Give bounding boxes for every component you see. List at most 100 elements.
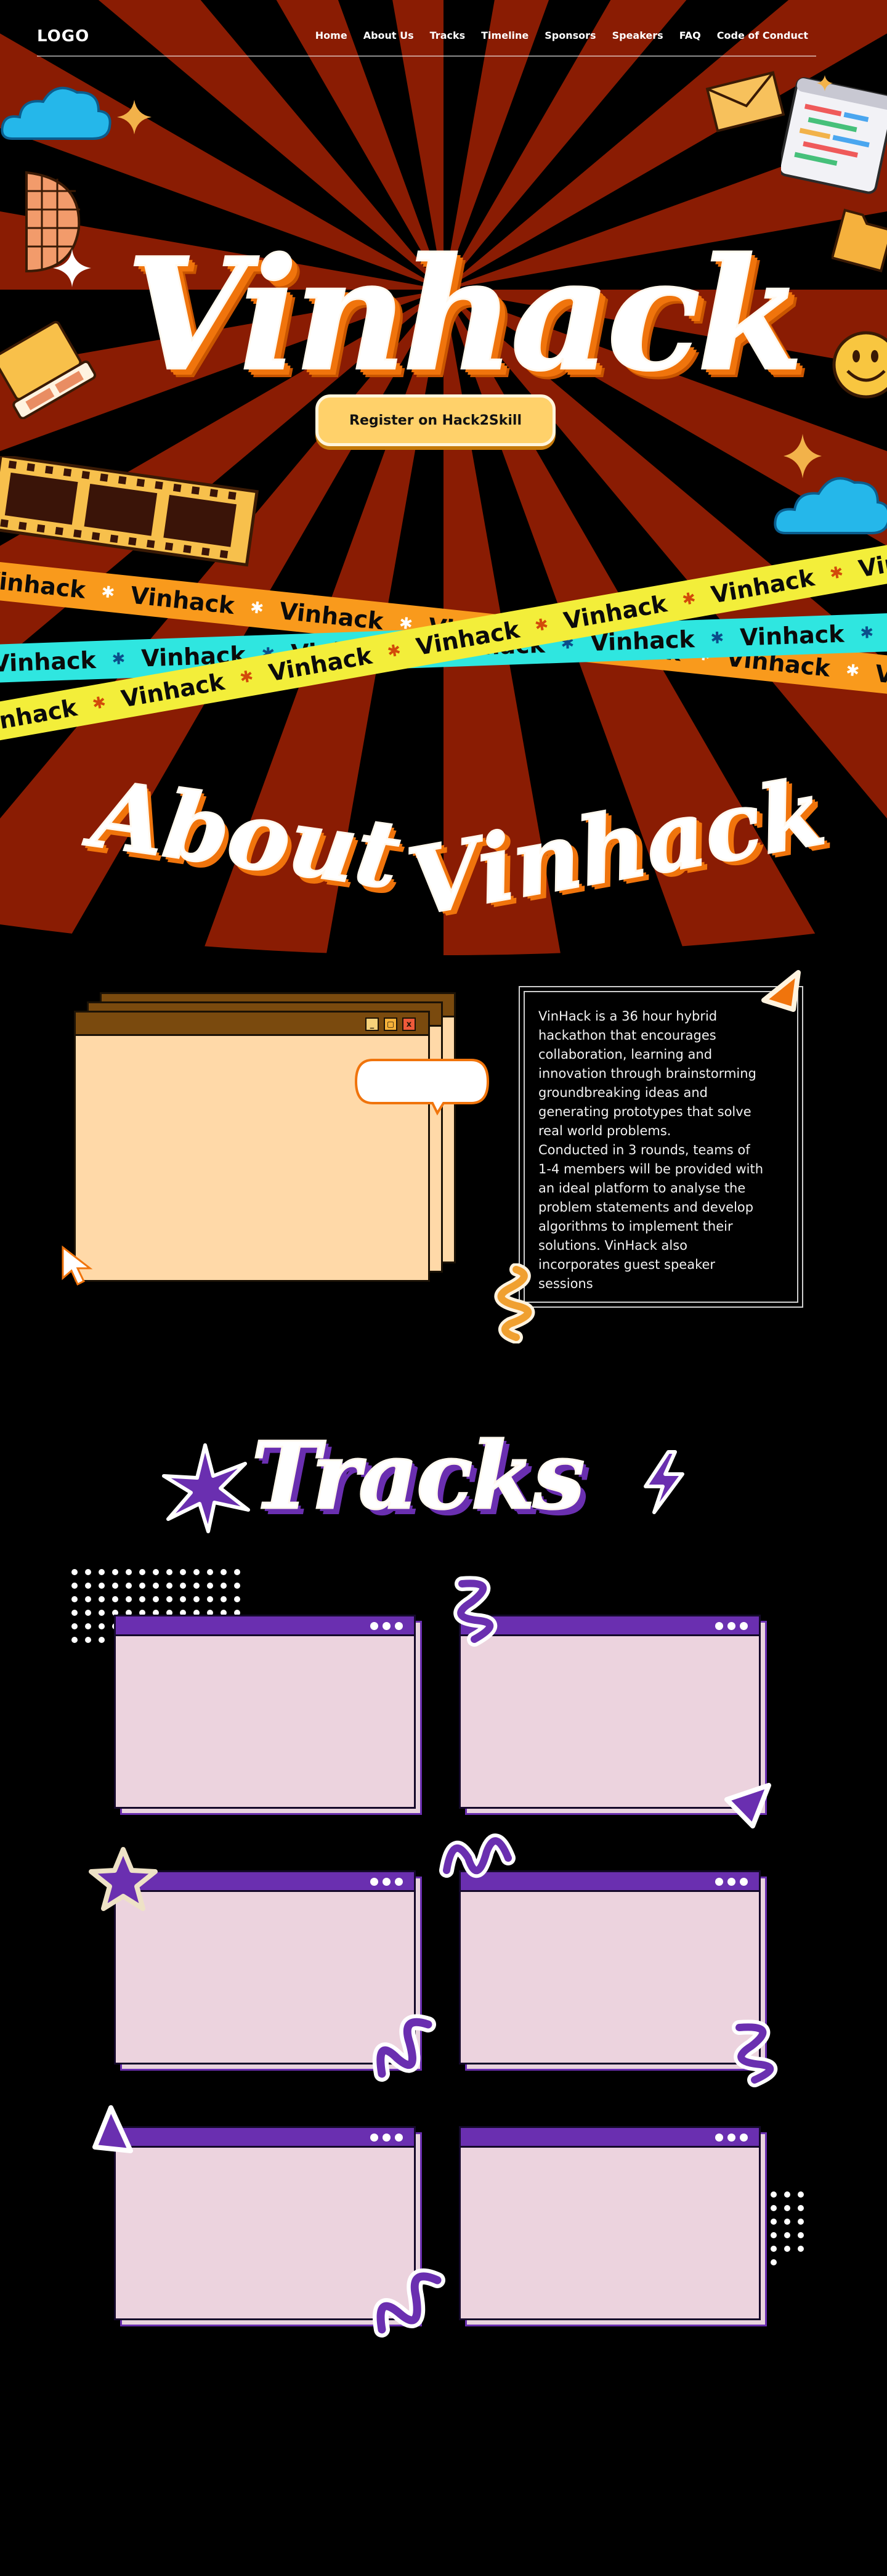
- code-window-icon: [781, 77, 887, 194]
- track-card-titlebar: [461, 1616, 759, 1636]
- nav-link-about-us[interactable]: About Us: [355, 30, 422, 41]
- sparkle-icon: [117, 100, 152, 134]
- dot: [784, 2191, 790, 2198]
- track-card-titlebar: [116, 2128, 414, 2148]
- tracks-title: Tracks: [251, 1422, 586, 1530]
- dot: [85, 1596, 91, 1602]
- dot: [166, 1596, 172, 1602]
- dot: [193, 1583, 200, 1589]
- dot: [221, 1596, 227, 1602]
- dot: [784, 2232, 790, 2238]
- dot: [126, 1569, 132, 1575]
- dot: [71, 1583, 78, 1589]
- nav-link-tracks[interactable]: Tracks: [422, 30, 474, 41]
- dot: [139, 1583, 145, 1589]
- squiggle-sticker-icon: [453, 1576, 497, 1647]
- track-card[interactable]: [114, 1615, 422, 1815]
- dot: [798, 2205, 804, 2211]
- squiggle-sticker-icon: [373, 2268, 445, 2338]
- dot: [112, 1569, 118, 1575]
- tape-word: Vinhack: [0, 646, 97, 677]
- dot: [126, 1596, 132, 1602]
- dot: [153, 1596, 159, 1602]
- laptop-icon: [0, 320, 97, 419]
- close-icon: x: [402, 1017, 416, 1031]
- dot: [71, 1610, 78, 1616]
- dot: [71, 1569, 78, 1575]
- about-text-box: VinHack is a 36 hour hybrid hackathon th…: [519, 986, 803, 1308]
- dot: [153, 1583, 159, 1589]
- dot: [234, 1583, 240, 1589]
- nav-link-sponsors[interactable]: Sponsors: [537, 30, 604, 41]
- dot: [221, 1569, 227, 1575]
- dot: [99, 1637, 105, 1643]
- nav-link-faq[interactable]: FAQ: [671, 30, 709, 41]
- triangle-sticker-icon: [724, 1783, 771, 1828]
- dot: [139, 1569, 145, 1575]
- dot: [798, 2232, 804, 2238]
- about-text-inner: VinHack is a 36 hour hybrid hackathon th…: [524, 991, 798, 1303]
- tape-star-icon: ✱: [710, 629, 724, 648]
- cloud-icon: [1, 86, 111, 140]
- maximize-icon: ▢: [384, 1017, 397, 1031]
- about-paragraph-2: Conducted in 3 rounds, teams of 1-4 memb…: [538, 1143, 764, 1291]
- dot: [207, 1569, 213, 1575]
- triangle-sticker-icon: [92, 2105, 133, 2153]
- track-card-titlebar: [116, 1616, 414, 1636]
- hero-title: Vinhack: [126, 224, 804, 405]
- cursor-icon: [62, 1245, 93, 1286]
- dot: [221, 1583, 227, 1589]
- dot: [85, 1623, 91, 1629]
- dot: [99, 1569, 105, 1575]
- nav-link-speakers[interactable]: Speakers: [604, 30, 671, 41]
- sparkle-icon: [53, 249, 91, 287]
- squiggle-sticker-icon: [732, 2020, 778, 2087]
- nav-link-home[interactable]: Home: [307, 30, 355, 41]
- dot: [771, 2232, 777, 2238]
- logo[interactable]: LOGO: [37, 27, 89, 46]
- dot: [99, 1583, 105, 1589]
- nav-link-timeline[interactable]: Timeline: [473, 30, 537, 41]
- dot: [180, 1596, 186, 1602]
- dot: [112, 1583, 118, 1589]
- window-titlebar: _ ▢ x: [76, 1013, 428, 1036]
- lightning-icon: [644, 1450, 684, 1514]
- dot: [71, 1637, 78, 1643]
- track-card[interactable]: [459, 2126, 767, 2326]
- dot: [234, 1596, 240, 1602]
- nav-link-code-of-conduct[interactable]: Code of Conduct: [709, 30, 816, 41]
- dot: [126, 1583, 132, 1589]
- dot: [193, 1569, 200, 1575]
- dot: [798, 2219, 804, 2225]
- dot: [139, 1596, 145, 1602]
- dot: [85, 1569, 91, 1575]
- dot: [193, 1596, 200, 1602]
- dot: [99, 1610, 105, 1616]
- dot: [784, 2246, 790, 2252]
- dot: [112, 1596, 118, 1602]
- dot: [85, 1583, 91, 1589]
- dot: [798, 2246, 804, 2252]
- speech-bubble-icon: [354, 1059, 490, 1115]
- star-sticker-icon: [89, 1847, 158, 1911]
- dot: [771, 2246, 777, 2252]
- cloud-icon: [774, 477, 887, 534]
- dot: [85, 1610, 91, 1616]
- register-button[interactable]: Register on Hack2Skill: [315, 394, 556, 446]
- dot: [71, 1623, 78, 1629]
- film-strip-icon: [0, 456, 259, 567]
- dot: [71, 1596, 78, 1602]
- folder-icon: [832, 208, 887, 272]
- hero-section: LOGO Home About Us Tracks Timeline Spons…: [0, 0, 887, 961]
- starburst-icon: [162, 1443, 250, 1533]
- dot: [180, 1583, 186, 1589]
- dot: [166, 1569, 172, 1575]
- dot: [99, 1623, 105, 1629]
- dot: [771, 2219, 777, 2225]
- about-paragraph-1: VinHack is a 36 hour hybrid hackathon th…: [538, 1009, 756, 1138]
- smiley-icon: [832, 331, 887, 399]
- dot: [207, 1583, 213, 1589]
- dot: [771, 2191, 777, 2198]
- dot: [771, 2259, 777, 2265]
- track-card-titlebar: [116, 1872, 414, 1892]
